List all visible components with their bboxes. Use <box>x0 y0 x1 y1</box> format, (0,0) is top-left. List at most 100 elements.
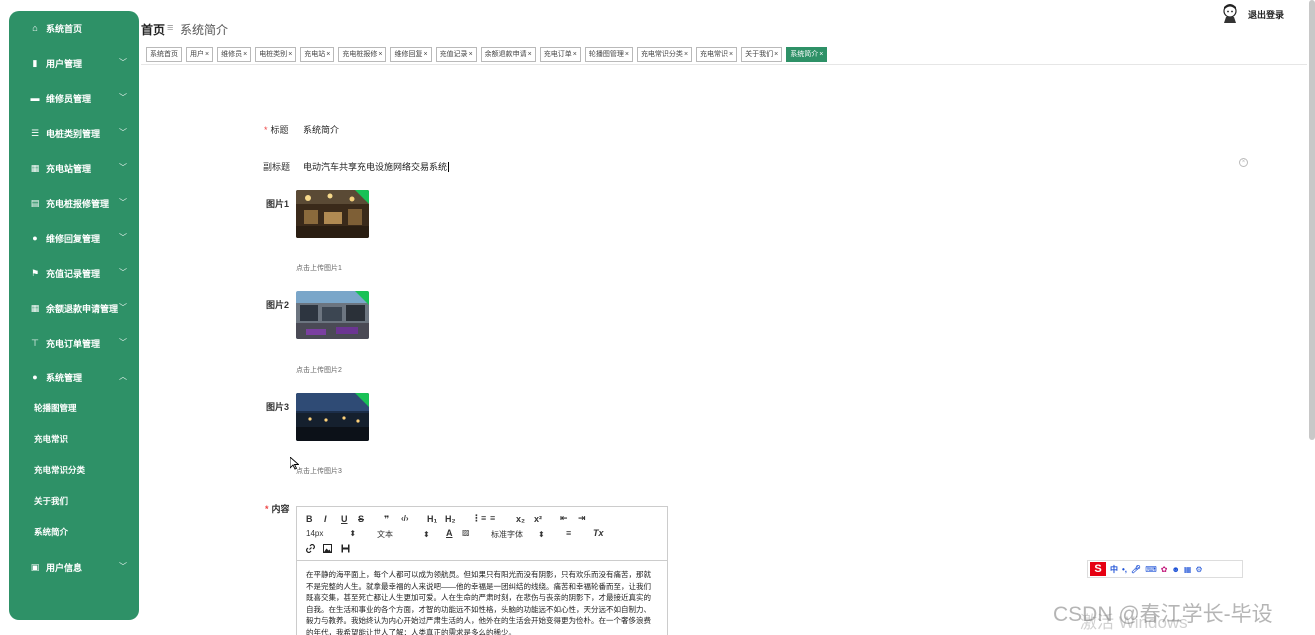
bot-icon[interactable]: ☻ <box>1171 565 1179 574</box>
indent-button[interactable]: ⇥ <box>578 513 586 524</box>
close-icon[interactable]: × <box>573 51 577 58</box>
close-icon[interactable]: × <box>625 51 629 58</box>
superscript-button[interactable]: x² <box>534 514 542 524</box>
tab-tag[interactable]: 充电订单× <box>539 47 581 62</box>
background-color-button[interactable]: ▨ <box>462 528 470 537</box>
sidebar-item-8[interactable]: ⚑ 充值记录管理 ﹀ <box>9 262 139 284</box>
skin-icon[interactable]: ✿ <box>1161 565 1168 574</box>
close-icon[interactable]: × <box>378 51 382 58</box>
font-family-select[interactable]: 标准字体 ⬍ <box>491 529 545 540</box>
align-button[interactable]: ≡ <box>566 528 571 538</box>
sidebar-item-2[interactable]: ▮ 用户管理 ﹀ <box>9 52 139 74</box>
sidebar-subitem-2[interactable]: 充电常识 <box>34 430 68 448</box>
sidebar-item-3[interactable]: ▬ 维修员管理 ﹀ <box>9 87 139 109</box>
h1-button[interactable]: H₁ <box>427 514 437 524</box>
image-icon[interactable] <box>323 544 332 555</box>
tab-tag[interactable]: 充值记录× <box>435 47 477 62</box>
font-size-select[interactable]: 14px ⬍ <box>306 529 356 538</box>
tab-tag[interactable]: 充电常识分类× <box>636 47 693 62</box>
subscript-button[interactable]: x₂ <box>516 514 525 524</box>
signpost-icon: ⊤ <box>31 337 39 348</box>
tab-tag[interactable]: 系统简介× <box>786 47 828 62</box>
microphone-icon[interactable]: 🎤︎ <box>1131 565 1141 574</box>
underline-button[interactable]: U <box>341 514 348 524</box>
apps-icon: ▦ <box>30 302 40 313</box>
outdent-button[interactable]: ⇤ <box>560 513 568 524</box>
video-icon[interactable] <box>341 544 350 555</box>
sidebar-item-5[interactable]: ▦ 充电站管理 ﹀ <box>9 157 139 179</box>
tab-tag[interactable]: 充电桩报修× <box>338 47 387 62</box>
ime-language-toggle[interactable]: 中 <box>1110 564 1118 575</box>
clean-format-button[interactable]: Tx <box>593 528 604 538</box>
tab-tag[interactable]: 充电常识× <box>696 47 738 62</box>
sidebar-item-12[interactable]: ▣ 用户信息 ﹀ <box>9 556 139 578</box>
link-icon[interactable] <box>306 543 315 555</box>
sidebar-subitem-4[interactable]: 关于我们 <box>34 492 68 510</box>
tab-tag[interactable]: 充电站× <box>300 47 335 62</box>
close-icon[interactable]: × <box>326 51 330 58</box>
close-icon[interactable]: × <box>243 51 247 58</box>
breadcrumb-home[interactable]: 首页 <box>141 21 165 38</box>
flag-icon: ⚑ <box>30 267 40 278</box>
sogou-logo-icon[interactable]: S <box>1090 562 1106 576</box>
tab-tag[interactable]: 电桩类别× <box>255 47 297 62</box>
close-icon[interactable]: × <box>288 51 292 58</box>
h2-button[interactable]: H₂ <box>445 514 456 524</box>
keyboard-icon[interactable]: ⌨ <box>1145 565 1157 574</box>
format-select[interactable]: 文本 ⬍ <box>377 529 430 540</box>
code-button[interactable]: ‹/› <box>401 514 409 523</box>
editor-content[interactable]: 在平静的海平面上，每个人都可以成为领航员。但如果只有阳光而没有阴影，只有欢乐而没… <box>306 569 658 635</box>
bullet-list-button[interactable]: ≡ <box>490 513 495 523</box>
tab-tag[interactable]: 系统首页 <box>146 47 182 62</box>
close-icon[interactable]: × <box>528 51 532 58</box>
close-icon[interactable]: × <box>469 51 473 58</box>
tab-tag[interactable]: 维修回复× <box>390 47 432 62</box>
sidebar-item-10[interactable]: ⊤ 充电订单管理 ﹀ <box>9 332 139 354</box>
tab-tag[interactable]: 维修员× <box>217 47 252 62</box>
tab-tag[interactable]: 用户× <box>186 47 214 62</box>
close-icon[interactable]: × <box>684 51 688 58</box>
avatar[interactable] <box>1221 3 1239 23</box>
tab-tag[interactable]: 轮播图管理× <box>584 47 633 62</box>
close-icon[interactable]: × <box>729 51 733 58</box>
picture1-thumbnail[interactable] <box>296 190 369 238</box>
strike-button[interactable]: S <box>358 514 364 524</box>
sidebar-item-4[interactable]: ☰ 电桩类别管理 ﹀ <box>9 122 139 144</box>
close-icon[interactable]: × <box>423 51 427 58</box>
toolbox-icon[interactable]: ▦ <box>1184 565 1192 574</box>
csdn-watermark: CSDN @春江学长-毕设 <box>1053 603 1273 626</box>
sidebar-subitem-5[interactable]: 系统简介 <box>34 523 68 541</box>
picture2-thumbnail[interactable] <box>296 291 369 339</box>
tags-divider <box>141 64 1307 65</box>
bold-button[interactable]: B <box>306 514 313 524</box>
sidebar-item-7[interactable]: ● 维修回复管理 ﹀ <box>9 227 139 249</box>
sidebar-subitem-3[interactable]: 充电常识分类 <box>34 461 85 479</box>
picture1-upload-link[interactable]: 点击上传图片1 <box>296 263 342 273</box>
title-input[interactable]: 系统简介 <box>303 123 339 136</box>
tab-tag-label: 轮播图管理 <box>588 51 624 58</box>
picture3-upload-link[interactable]: 点击上传图片3 <box>296 466 342 476</box>
sidebar-item-9[interactable]: ▦ 余额退款申请管理 ﹀ <box>9 297 139 319</box>
quote-button[interactable]: ❞ <box>384 514 389 525</box>
sidebar-item-label: 用户信息 <box>46 562 83 573</box>
sidebar-item-6[interactable]: ▤ 充电桩报修管理 ﹀ <box>9 192 139 214</box>
italic-button[interactable]: I <box>324 514 327 524</box>
sidebar-subitem-1[interactable]: 轮播图管理 <box>34 399 77 417</box>
close-icon[interactable]: × <box>205 51 209 58</box>
sidebar-item-11[interactable]: ● 系统管理 ︿ <box>9 366 139 388</box>
punctuation-icon[interactable]: •, <box>1122 565 1127 574</box>
picture2-upload-link[interactable]: 点击上传图片2 <box>296 365 342 375</box>
page-scrollbar[interactable] <box>1309 0 1315 440</box>
clear-icon[interactable]: × <box>1239 158 1248 167</box>
picture3-thumbnail[interactable] <box>296 393 369 441</box>
logout-button[interactable]: 退出登录 <box>1248 8 1284 21</box>
text-color-button[interactable]: A <box>446 528 453 538</box>
close-icon[interactable]: × <box>819 51 823 58</box>
settings-icon[interactable]: ⚙ <box>1195 565 1202 574</box>
subtitle-input[interactable]: 电动汽车共享充电设施网络交易系统 <box>303 160 450 173</box>
tab-tag[interactable]: 关于我们× <box>741 47 783 62</box>
sidebar-item-1[interactable]: ⌂ 系统首页 <box>9 17 139 39</box>
close-icon[interactable]: × <box>774 51 778 58</box>
ordered-list-button[interactable]: ⋮≡ <box>472 513 486 524</box>
tab-tag[interactable]: 余额退款申请× <box>480 47 536 62</box>
